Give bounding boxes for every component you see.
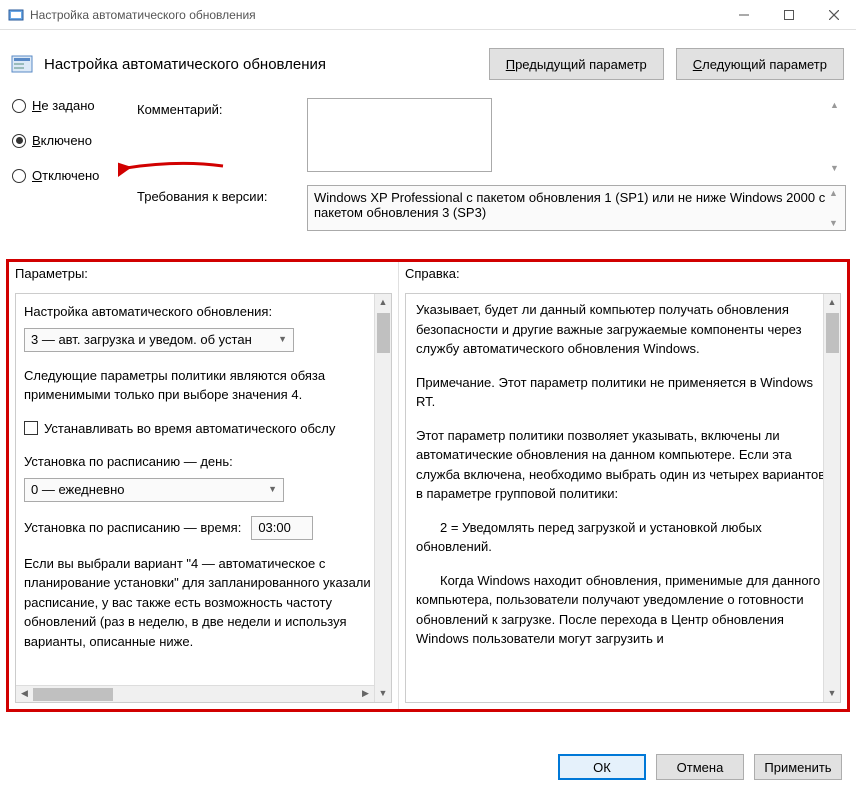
ok-button[interactable]: ОК: [558, 754, 646, 780]
previous-setting-button[interactable]: Предыдущий параметр: [489, 48, 664, 80]
help-vscroll[interactable]: ▲▼: [823, 294, 840, 702]
help-header: Справка:: [399, 262, 847, 285]
help-p5: Когда Windows находит обновления, примен…: [416, 571, 830, 649]
parameters-header: Параметры:: [9, 262, 398, 285]
requirements-text: Windows XP Professional с пакетом обновл…: [314, 190, 825, 220]
day-select[interactable]: 0 — ежедневно ▼: [24, 478, 284, 502]
params-vscroll[interactable]: ▲▼: [374, 294, 391, 702]
time-value: 03:00: [258, 518, 291, 538]
close-button[interactable]: [811, 0, 856, 30]
checkbox-icon: [24, 421, 38, 435]
parameters-pane: Параметры: Настройка автоматического обн…: [9, 262, 399, 709]
main-panes: Параметры: Настройка автоматического обн…: [6, 259, 850, 712]
checkbox-label: Устанавливать во время автоматического о…: [44, 419, 335, 439]
help-p3: Этот параметр политики позволяет указыва…: [416, 426, 830, 504]
header-row: Настройка автоматического обновления Пре…: [0, 30, 856, 98]
time-input[interactable]: 03:00: [251, 516, 313, 540]
window-title: Настройка автоматического обновления: [30, 8, 721, 22]
params-hscroll[interactable]: ◀▶: [16, 685, 374, 702]
config-select-value: 3 — авт. загрузка и уведом. об устан: [31, 330, 252, 350]
cancel-button[interactable]: Отмена: [656, 754, 744, 780]
help-pane: Справка: Указывает, будет ли данный комп…: [399, 262, 847, 709]
minimize-button[interactable]: [721, 0, 766, 30]
install-during-maint-checkbox[interactable]: Устанавливать во время автоматического о…: [24, 419, 373, 439]
requirements-box: Windows XP Professional с пакетом обновл…: [307, 185, 846, 231]
requirements-label: Требования к версии:: [137, 185, 307, 204]
help-p2: Примечание. Этот параметр политики не пр…: [416, 373, 830, 412]
policy-note: Следующие параметры политики являются об…: [24, 366, 373, 405]
config-select[interactable]: 3 — авт. загрузка и уведом. об устан ▼: [24, 328, 294, 352]
config-label: Настройка автоматического обновления:: [24, 302, 373, 322]
radio-not-configured[interactable]: Не задано: [12, 98, 137, 113]
title-bar: Настройка автоматического обновления: [0, 0, 856, 30]
state-section: Не задано Включено Отключено Комментарий…: [0, 98, 856, 247]
next-setting-button[interactable]: Следующий параметр: [676, 48, 844, 80]
comment-label: Комментарий:: [137, 98, 307, 117]
radio-disabled[interactable]: Отключено: [12, 168, 137, 183]
chevron-down-icon: ▼: [278, 333, 287, 347]
day-select-value: 0 — ежедневно: [31, 480, 125, 500]
apply-button[interactable]: Применить: [754, 754, 842, 780]
day-label: Установка по расписанию — день:: [24, 452, 373, 472]
help-p4: 2 = Уведомлять перед загрузкой и установ…: [416, 518, 830, 557]
maximize-button[interactable]: [766, 0, 811, 30]
window-icon: [8, 7, 24, 23]
radio-enabled[interactable]: Включено: [12, 133, 137, 148]
parameters-body: Настройка автоматического обновления: 3 …: [15, 293, 392, 703]
chevron-down-icon: ▼: [268, 483, 277, 497]
footer: ОК Отмена Применить: [558, 754, 842, 780]
help-p1: Указывает, будет ли данный компьютер пол…: [416, 300, 830, 359]
time-label: Установка по расписанию — время:: [24, 518, 241, 538]
params-tail: Если вы выбрали вариант "4 — автоматичес…: [24, 554, 373, 652]
comment-textarea[interactable]: [307, 98, 492, 172]
setting-name: Настройка автоматического обновления: [44, 56, 477, 73]
help-body: Указывает, будет ли данный компьютер пол…: [405, 293, 841, 703]
setting-icon: [10, 52, 34, 76]
